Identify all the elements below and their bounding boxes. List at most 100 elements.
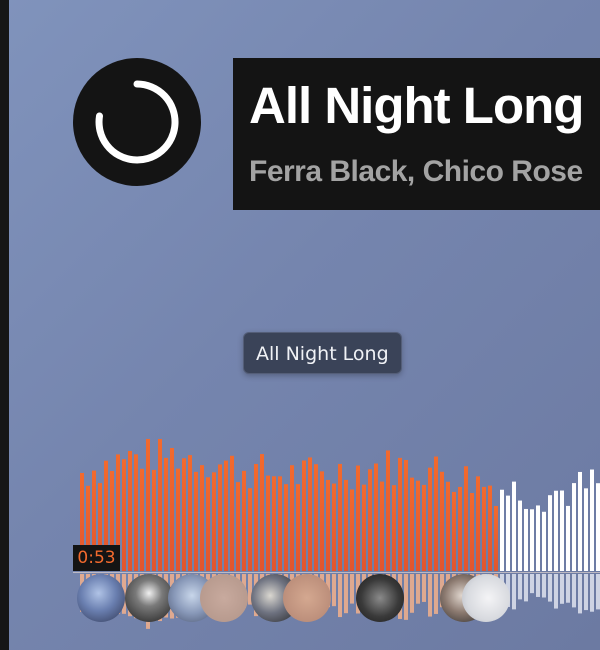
waveform-reflection-bar[interactable] bbox=[560, 574, 564, 604]
waveform-reflection-bar[interactable] bbox=[410, 574, 414, 613]
waveform-bar[interactable] bbox=[128, 450, 132, 571]
waveform-bar[interactable] bbox=[470, 493, 474, 571]
waveform-reflection-bar[interactable] bbox=[554, 574, 558, 609]
waveform-bar[interactable] bbox=[332, 483, 336, 571]
waveform-bar[interactable] bbox=[440, 471, 444, 571]
waveform-bar[interactable] bbox=[146, 439, 150, 571]
waveform-bar[interactable] bbox=[344, 479, 348, 571]
waveform-bar[interactable] bbox=[500, 489, 504, 571]
commenter-avatar[interactable] bbox=[462, 574, 510, 622]
waveform-bar[interactable] bbox=[392, 485, 396, 571]
waveform-bar[interactable] bbox=[374, 463, 378, 571]
waveform-bar[interactable] bbox=[278, 476, 282, 571]
commenter-avatar[interactable] bbox=[125, 574, 173, 622]
waveform-reflection-bar[interactable] bbox=[350, 574, 354, 604]
commenter-avatar[interactable] bbox=[356, 574, 404, 622]
waveform-bar[interactable] bbox=[590, 469, 594, 571]
waveform-bar[interactable] bbox=[188, 455, 192, 571]
waveform-bar[interactable] bbox=[320, 471, 324, 571]
waveform-reflection-bar[interactable] bbox=[524, 574, 528, 602]
waveform-reflection-bar[interactable] bbox=[542, 574, 546, 598]
waveform-reflection-bar[interactable] bbox=[512, 574, 516, 610]
waveform-bar[interactable] bbox=[200, 465, 204, 571]
waveform-bar[interactable] bbox=[170, 448, 174, 571]
waveform-bar[interactable] bbox=[458, 486, 462, 571]
waveform-bar[interactable] bbox=[488, 485, 492, 571]
waveform-bar[interactable] bbox=[518, 500, 522, 571]
waveform-bar[interactable] bbox=[596, 483, 600, 571]
waveform-bar[interactable] bbox=[302, 460, 306, 571]
waveform-bar[interactable] bbox=[542, 511, 546, 571]
waveform-reflection-bar[interactable] bbox=[422, 574, 426, 602]
waveform-bar[interactable] bbox=[236, 482, 240, 571]
waveform-reflection-bar[interactable] bbox=[566, 574, 570, 603]
waveform-bar[interactable] bbox=[536, 505, 540, 571]
waveform-bar[interactable] bbox=[242, 470, 246, 571]
waveform-reflection-bar[interactable] bbox=[338, 574, 342, 618]
waveform-bar[interactable] bbox=[350, 489, 354, 571]
waveform-bar[interactable] bbox=[404, 459, 408, 571]
waveform-bar[interactable] bbox=[530, 509, 534, 571]
waveform-reflection-bar[interactable] bbox=[428, 574, 432, 617]
waveform-bar[interactable] bbox=[368, 469, 372, 571]
waveform-bar[interactable] bbox=[464, 466, 468, 571]
waveform-reflection-bar[interactable] bbox=[434, 574, 438, 614]
waveform-bar[interactable] bbox=[122, 459, 126, 571]
waveform-bar[interactable] bbox=[548, 495, 552, 571]
waveform-bar[interactable] bbox=[266, 475, 270, 571]
waveform-bar[interactable] bbox=[434, 456, 438, 571]
waveform-reflection-bar[interactable] bbox=[416, 574, 420, 604]
waveform-bar[interactable] bbox=[512, 481, 516, 571]
waveform-bar[interactable] bbox=[554, 490, 558, 571]
waveform-bar[interactable] bbox=[260, 454, 264, 571]
waveform-bar[interactable] bbox=[248, 488, 252, 571]
waveform-bar[interactable] bbox=[524, 508, 528, 571]
waveform-bar[interactable] bbox=[578, 471, 582, 571]
waveform-bar[interactable] bbox=[290, 465, 294, 571]
waveform-bar[interactable] bbox=[476, 476, 480, 571]
waveform-bar[interactable] bbox=[194, 471, 198, 571]
waveform-bar[interactable] bbox=[158, 439, 162, 571]
waveform-bar[interactable] bbox=[272, 476, 276, 571]
waveform-bar[interactable] bbox=[284, 484, 288, 571]
waveform-bar[interactable] bbox=[206, 477, 210, 571]
waveform-bar[interactable] bbox=[182, 458, 186, 571]
waveform-bar[interactable] bbox=[560, 490, 564, 571]
waveform-bar[interactable] bbox=[482, 486, 486, 571]
waveform-bar[interactable] bbox=[452, 491, 456, 571]
waveform-bar[interactable] bbox=[410, 477, 414, 571]
waveform-bar[interactable] bbox=[386, 450, 390, 571]
waveform-bar[interactable] bbox=[230, 455, 234, 571]
waveform-bar[interactable] bbox=[296, 484, 300, 571]
waveform-bar[interactable] bbox=[398, 457, 402, 571]
waveform-bar[interactable] bbox=[362, 484, 366, 571]
waveform-bar[interactable] bbox=[224, 460, 228, 571]
waveform-bar[interactable] bbox=[494, 505, 498, 571]
waveform-bar[interactable] bbox=[446, 481, 450, 571]
waveform-reflection-bar[interactable] bbox=[332, 574, 336, 607]
waveform-reflection-bar[interactable] bbox=[536, 574, 540, 597]
waveform-bar[interactable] bbox=[380, 481, 384, 571]
waveform-reflection-bar[interactable] bbox=[344, 574, 348, 614]
waveform-bar[interactable] bbox=[134, 454, 138, 571]
waveform-bar[interactable] bbox=[254, 464, 258, 571]
waveform-reflection-bar[interactable] bbox=[518, 574, 522, 600]
waveform-bar[interactable] bbox=[308, 457, 312, 571]
waveform-bar[interactable] bbox=[176, 468, 180, 571]
commenter-avatar[interactable] bbox=[200, 574, 248, 622]
commenter-avatar[interactable] bbox=[77, 574, 125, 622]
waveform-bar[interactable] bbox=[140, 468, 144, 571]
commenter-avatar[interactable] bbox=[283, 574, 331, 622]
waveform-bar[interactable] bbox=[212, 472, 216, 571]
waveform-reflection-bar[interactable] bbox=[596, 574, 600, 610]
waveform-reflection-bar[interactable] bbox=[548, 574, 552, 602]
waveform-bar[interactable] bbox=[428, 467, 432, 571]
waveform-bar[interactable] bbox=[326, 479, 330, 571]
waveform-reflection-bar[interactable] bbox=[590, 574, 594, 612]
waveform-reflection-bar[interactable] bbox=[404, 574, 408, 620]
waveform-bar[interactable] bbox=[416, 480, 420, 571]
waveform-bar[interactable] bbox=[356, 465, 360, 571]
waveform-bar[interactable] bbox=[338, 463, 342, 571]
waveform-reflection-bar[interactable] bbox=[572, 574, 576, 608]
waveform-bar[interactable] bbox=[152, 469, 156, 571]
